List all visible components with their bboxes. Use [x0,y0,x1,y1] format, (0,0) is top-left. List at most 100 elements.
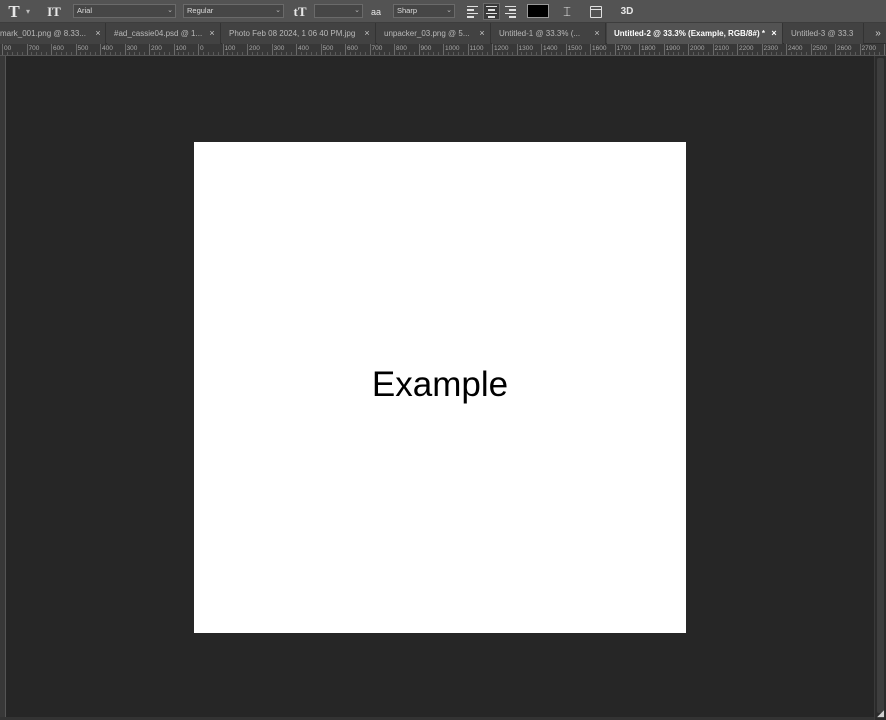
close-icon[interactable]: × [477,23,487,44]
ruler-minor-tick [683,52,685,55]
ruler-minor-tick [114,52,116,55]
ruler-minor-tick [673,52,675,55]
ruler-tick [149,44,150,55]
ruler-minor-tick [766,52,768,55]
ruler-minor-tick [830,52,832,55]
ruler-minor-tick [109,52,111,55]
ruler-minor-tick [70,52,72,55]
ruler-label: 600 [347,45,358,52]
ruler-minor-tick [741,52,743,55]
font-style-select[interactable]: Regular ⌄ [183,4,284,18]
ruler-minor-tick [643,52,645,55]
ruler-minor-tick [291,52,293,55]
ruler-tick [541,44,542,55]
chevron-down-icon: ⌄ [446,7,452,14]
ruler-label: 300 [273,45,285,52]
document-tab[interactable]: Photo Feb 08 2024, 1 06 40 PM.jpg × [222,23,376,44]
character-panel-button[interactable] [588,2,604,21]
ruler-label: 800 [396,45,407,52]
ruler-minor-tick [31,52,33,55]
ruler-minor-tick [134,52,136,55]
close-icon[interactable]: × [769,23,779,44]
ruler-minor-tick [139,52,141,55]
three-d-button[interactable]: 3D [617,2,637,21]
chevron-down-icon[interactable]: ▾ [23,2,33,21]
ruler-minor-tick [16,52,18,55]
tabs-overflow-icon[interactable]: » [872,23,884,44]
ruler-minor-tick [310,52,312,55]
ruler-label: 400 [298,45,309,52]
ruler-minor-tick [501,52,503,55]
ruler-minor-tick [242,52,244,55]
warp-text-icon[interactable]: ⌶ [558,2,576,21]
ruler-minor-tick [144,52,146,55]
document-tab[interactable]: Untitled-3 @ 33.3 [784,23,864,44]
close-icon[interactable]: × [93,23,103,44]
ruler-minor-tick [129,52,131,55]
document-tab[interactable]: Untitled-1 @ 33.3% (... × [492,23,606,44]
text-orientation-icon[interactable]: IT [45,2,63,21]
ruler-label: 1900 [665,45,680,52]
anti-alias-select[interactable]: Sharp ⌄ [393,4,455,18]
close-icon[interactable]: × [362,23,372,44]
ruler-minor-tick [153,52,155,55]
font-size-select[interactable]: ⌄ [314,4,363,18]
ruler-label: 1700 [616,45,631,52]
ruler-label: 100 [175,45,187,52]
document-tab[interactable]: Untitled-2 @ 33.3% (Example, RGB/8#) * × [607,23,783,44]
document-tab[interactable]: mark_001.png @ 8.33... × [0,23,106,44]
document-tab[interactable]: unpacker_03.png @ 5... × [377,23,491,44]
ruler-minor-tick [433,52,435,55]
ruler-label: 2700 [861,45,876,52]
ruler-tick [663,44,665,55]
document-tab[interactable]: #ad_cassie04.psd @ 1... × [107,23,221,44]
ruler-label: 1000 [445,45,460,52]
close-icon[interactable]: × [592,23,602,44]
ruler-minor-tick [604,52,606,55]
ruler-minor-tick [550,52,552,55]
ruler-label: 200 [151,45,162,52]
ruler-minor-tick [227,52,229,55]
font-style-value: Regular [187,6,214,15]
scrollbar-thumb[interactable] [877,58,884,713]
ruler-minor-tick [697,52,699,55]
ruler-minor-tick [183,52,185,55]
ruler-tick [492,44,493,55]
ruler-minor-tick [545,52,547,55]
align-right-button[interactable] [502,3,519,20]
font-size-icon: tT [293,3,307,19]
tab-label: unpacker_03.png @ 5... [384,29,470,38]
align-left-button[interactable] [464,3,481,20]
document-tab-bar: » mark_001.png @ 8.33... × #ad_cassie04.ps… [0,23,886,44]
chevron-down-icon: ⌄ [354,7,360,14]
horizontal-ruler[interactable]: 00 700 600 500 400 300 200 100 0 100 200 300 400 500 6… [0,44,886,56]
close-icon[interactable]: × [207,23,217,44]
ruler-minor-tick [266,52,268,55]
ruler-minor-tick [163,52,165,55]
ruler-minor-tick [526,52,528,55]
vertical-scrollbar[interactable] [874,56,886,720]
ruler-minor-tick [722,52,724,55]
ruler-minor-tick [717,52,719,55]
font-family-select[interactable]: Arial ⌄ [73,4,176,18]
ruler-minor-tick [599,52,601,55]
document-canvas[interactable]: Example [194,142,686,633]
ruler-minor-tick [869,52,871,55]
resize-corner-icon[interactable]: ◢ [877,708,884,719]
anti-alias-icon: aa [370,6,381,17]
horizontal-type-tool-icon[interactable]: T [5,2,23,21]
ruler-minor-tick [281,52,283,55]
ruler-tick [443,44,444,55]
ruler-tick [884,44,885,55]
align-center-button[interactable] [483,3,500,20]
ruler-tick [51,44,52,55]
text-layer-example[interactable]: Example [194,365,686,405]
text-color-swatch[interactable] [527,4,549,18]
ruler-minor-tick [746,52,748,55]
ruler-label: 00 [4,45,12,52]
ruler-minor-tick [580,52,582,55]
ruler-minor-tick [727,52,729,55]
tab-label: Photo Feb 08 2024, 1 06 40 PM.jpg [229,29,356,38]
ruler-minor-tick [825,52,827,55]
ruler-minor-tick [692,52,694,55]
